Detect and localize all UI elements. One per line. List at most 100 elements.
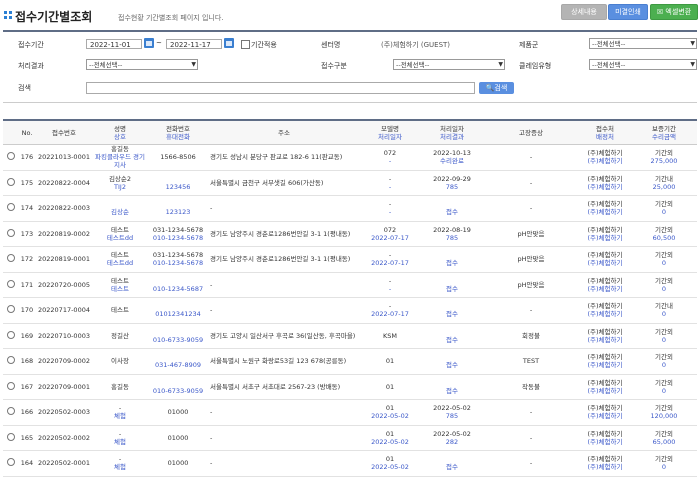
row-select-radio[interactable] xyxy=(7,254,15,263)
row-name-top: 테스트 xyxy=(111,276,129,285)
row-radio-cell xyxy=(3,297,19,324)
row-receipt-no-cell: 20220720-0005 xyxy=(35,272,93,298)
detail-button[interactable]: 상세내용 xyxy=(561,4,607,20)
row-address-top: - xyxy=(210,280,213,289)
calendar-icon[interactable] xyxy=(144,38,154,48)
row-reception-bottom: (주)체험하기 xyxy=(587,386,623,395)
row-select-radio[interactable] xyxy=(7,228,15,237)
row-phone-cell: 123123 xyxy=(147,195,209,222)
row-select-radio[interactable] xyxy=(7,330,15,339)
table-row[interactable]: 176 20221013-0001 홍길동 파킹클라우드 경기지사 1566-8506 경… xyxy=(3,144,697,171)
row-address-top: 경기도 남양주시 경춘로1286번안길 3-1 1(평내동) xyxy=(210,255,351,264)
row-proc-bottom[interactable]: 접수 xyxy=(446,208,458,216)
row-name-bottom[interactable]: 파킹클라우드 경기지사 xyxy=(95,153,145,169)
row-select-radio[interactable] xyxy=(7,356,15,365)
row-name-top: 이사장 xyxy=(111,357,129,366)
row-phone-bottom[interactable]: 123123 xyxy=(166,208,191,216)
search-button[interactable]: 🔍검색 xyxy=(479,82,514,94)
row-select-radio[interactable] xyxy=(7,381,15,390)
row-phone-bottom[interactable]: 010-1234-5687 xyxy=(153,285,203,293)
row-name-bottom[interactable]: 체험 xyxy=(114,463,126,471)
row-proc-bottom[interactable]: 접수 xyxy=(446,361,458,369)
row-model-bottom: 2022-07-17 xyxy=(371,310,409,319)
row-proc-bottom[interactable]: 접수 xyxy=(446,463,458,471)
row-select-radio[interactable] xyxy=(7,152,15,161)
claim-type-select[interactable]: --전체선택-- ▼ xyxy=(589,59,697,70)
date-from-input[interactable]: 2022-11-01 xyxy=(86,39,142,49)
table-row[interactable]: 168 20220709-0002 이사장 031-467-8909 서울특별시 노원구… xyxy=(3,348,697,375)
row-phone-cell: 01000 xyxy=(147,399,209,426)
row-select-radio[interactable] xyxy=(7,279,15,288)
row-proc-bottom[interactable]: 785 xyxy=(446,183,458,191)
period-label: 접수기간 xyxy=(18,41,44,49)
row-proc-bottom[interactable]: 접수 xyxy=(446,259,458,267)
row-reception-cell: (주)체험하기 (주)체험하기 xyxy=(579,399,631,426)
header-no: No. xyxy=(19,119,35,145)
row-symptom-top: - xyxy=(529,204,533,213)
row-phone-bottom[interactable]: 010-6733-9059 xyxy=(153,336,203,344)
row-name-bottom[interactable]: 체험 xyxy=(114,412,126,420)
row-select-radio[interactable] xyxy=(7,177,15,186)
row-phone-bottom[interactable]: 010-6733-9059 xyxy=(153,387,203,395)
row-select-radio[interactable] xyxy=(7,407,15,416)
row-phone-bottom[interactable]: 01012341234 xyxy=(155,310,201,318)
row-receipt-no-cell: 20220717-0004 xyxy=(35,297,93,324)
table-row[interactable]: 173 20220819-0002 테스트 테스트dd 031-1234-5678 010… xyxy=(3,221,697,247)
row-warranty-cell: 기간외 65,000 xyxy=(631,425,697,451)
row-name-bottom[interactable]: 테스트dd xyxy=(107,259,133,267)
header-proc-top: 처리일자 xyxy=(440,124,464,133)
row-proc-bottom[interactable]: 접수 xyxy=(446,336,458,344)
calendar-icon[interactable] xyxy=(224,38,234,48)
row-reception-top: (주)체험하기 xyxy=(587,225,623,234)
row-proc-bottom[interactable]: 접수 xyxy=(446,285,458,293)
table-row[interactable]: 171 20220720-0005 테스트 테스트 010-1234-5687- - - 접수… xyxy=(3,272,697,298)
row-phone-bottom[interactable]: 031-467-8909 xyxy=(155,361,201,369)
period-apply-checkbox[interactable] xyxy=(241,40,250,49)
table-row[interactable]: 170 20220717-0004 테스트 01012341234- -2022-07-… xyxy=(3,297,697,324)
excel-export-button[interactable]: ☒ 엑셀변환 xyxy=(650,4,698,20)
table-row[interactable]: 175 20220822-0004 김상순2 TIJ2 123456 서울특별시 금천구 … xyxy=(3,170,697,196)
row-phone-bottom[interactable]: 010-1234-5678 xyxy=(153,234,203,242)
row-proc-cell: 2022-09-29 785 xyxy=(421,170,483,196)
table-row[interactable]: 167 20220709-0001 홍길동 010-6733-9059 서울특별시 서초… xyxy=(3,374,697,400)
row-name-bottom[interactable]: TIJ2 xyxy=(114,183,126,191)
row-warranty-top: 기간외 xyxy=(655,251,673,260)
table-row[interactable]: 174 20220822-0003 김상순 123123- - - 접수 - (주)체험하기 (주… xyxy=(3,195,697,222)
row-proc-bottom[interactable]: 접수 xyxy=(446,387,458,395)
table-row[interactable]: 166 20220502-0003- 체험 01000-01 2022-05-02 202… xyxy=(3,399,697,426)
row-select-radio[interactable] xyxy=(7,458,15,467)
table-row[interactable]: 164 20220502-0001- 체험 01000-01 2022-05-02 접수 -… xyxy=(3,450,697,477)
row-symptom-cell: - xyxy=(483,144,579,171)
row-name-bottom[interactable]: 김상순 xyxy=(111,208,129,216)
row-proc-bottom[interactable]: 접수 xyxy=(446,310,458,318)
row-reception-bottom: (주)체험하기 xyxy=(587,208,623,217)
row-phone-bottom[interactable]: 010-1234-5678 xyxy=(153,259,203,267)
header-proc-bottom: 처리결과 xyxy=(440,132,464,141)
receipt-type-select[interactable]: --전체선택-- ▼ xyxy=(393,59,505,70)
row-proc-bottom[interactable]: 수리완료 xyxy=(440,157,464,165)
row-proc-bottom[interactable]: 785 xyxy=(446,234,458,242)
row-select-radio[interactable] xyxy=(7,203,15,212)
search-input[interactable] xyxy=(86,82,475,94)
product-select[interactable]: --전체선택-- ▼ xyxy=(589,38,697,49)
row-proc-bottom[interactable]: 785 xyxy=(446,412,458,420)
date-to-input[interactable]: 2022-11-17 xyxy=(166,39,222,49)
print-pending-button[interactable]: 미결인쇄 xyxy=(608,4,648,20)
row-phone-top: 01000 xyxy=(167,433,189,442)
row-no-cell: 171 xyxy=(19,272,35,298)
row-phone-top: 01000 xyxy=(167,408,189,417)
row-name-bottom[interactable]: 체험 xyxy=(114,438,126,446)
result-select[interactable]: --전체선택-- ▼ xyxy=(86,59,198,70)
row-no-top: 169 xyxy=(20,331,34,340)
row-radio-cell xyxy=(3,323,19,349)
row-name-bottom[interactable]: 테스트dd xyxy=(107,234,133,242)
row-reception-bottom: (주)체험하기 xyxy=(587,233,623,242)
table-row[interactable]: 172 20220819-0001 테스트 테스트dd 031-1234-5678 010… xyxy=(3,246,697,273)
row-name-bottom[interactable]: 테스트 xyxy=(111,285,129,293)
row-proc-bottom[interactable]: 282 xyxy=(446,438,458,446)
row-select-radio[interactable] xyxy=(7,305,15,314)
row-select-radio[interactable] xyxy=(7,432,15,441)
table-row[interactable]: 169 20220710-0003 정길산 010-6733-9059 경기도 고양시 … xyxy=(3,323,697,349)
table-row[interactable]: 165 20220502-0002- 체험 01000-01 2022-05-02 202… xyxy=(3,425,697,451)
row-phone-bottom[interactable]: 123456 xyxy=(166,183,191,191)
